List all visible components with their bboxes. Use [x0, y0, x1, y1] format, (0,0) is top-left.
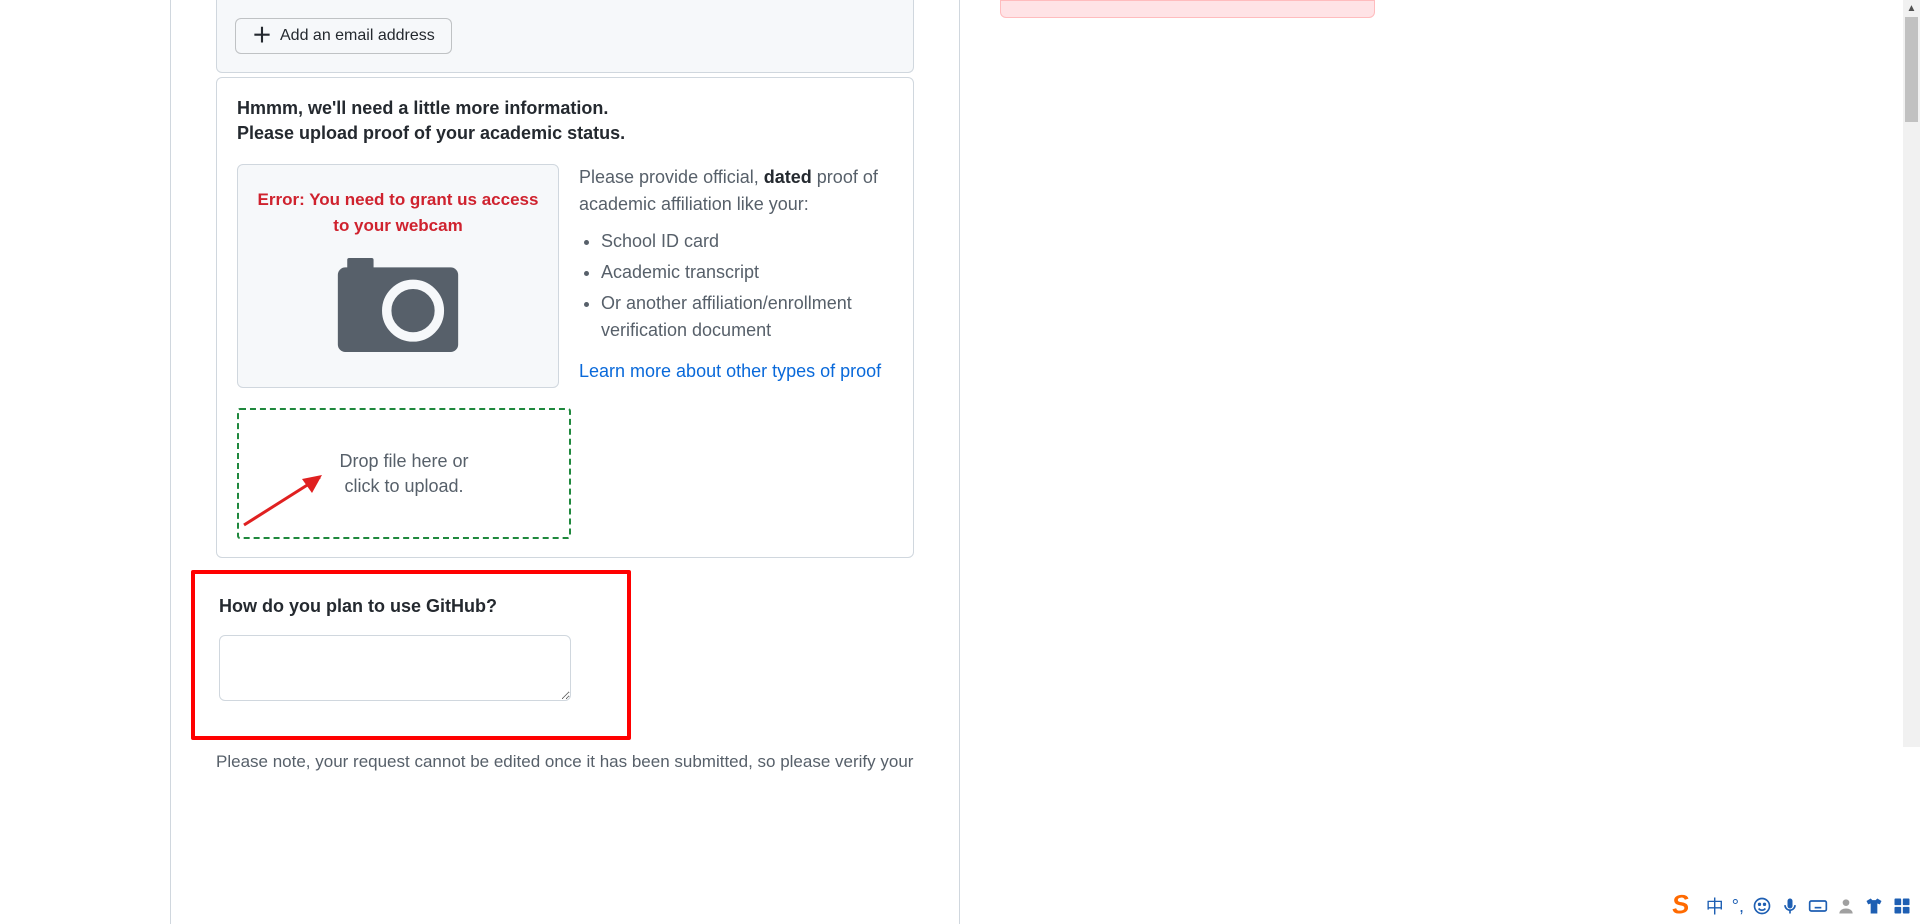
ime-emoji-icon[interactable]: [1752, 896, 1772, 916]
proof-info: Please provide official, dated proof of …: [579, 164, 893, 385]
form-main-column: ＋ Add an email address Hmmm, we'll need …: [170, 0, 960, 924]
proof-heading-line1: Hmmm, we'll need a little more informati…: [237, 96, 893, 121]
question-section-highlight: How do you plan to use GitHub?: [191, 570, 631, 740]
camera-icon: [254, 258, 542, 357]
ime-account-icon[interactable]: [1836, 896, 1856, 916]
proof-heading: Hmmm, we'll need a little more informati…: [237, 96, 893, 146]
question-label: How do you plan to use GitHub?: [219, 596, 603, 617]
ime-toolbox-icon[interactable]: [1892, 896, 1912, 916]
ime-skin-icon[interactable]: [1864, 896, 1884, 916]
add-email-label: Add an email address: [280, 27, 435, 45]
ime-punct-icon[interactable]: °,: [1732, 896, 1744, 917]
camera-error-text: Error: You need to grant us access to yo…: [254, 187, 542, 238]
add-email-button[interactable]: ＋ Add an email address: [235, 18, 452, 54]
submit-footnote: Please note, your request cannot be edit…: [216, 752, 914, 772]
proof-row: Error: You need to grant us access to yo…: [237, 164, 893, 388]
dropzone-line2: click to upload.: [344, 474, 463, 499]
proof-section: Hmmm, we'll need a little more informati…: [216, 77, 914, 558]
ime-keyboard-icon[interactable]: [1808, 896, 1828, 916]
upload-dropzone[interactable]: Drop file here or click to upload.: [237, 408, 571, 539]
proof-list-item: Academic transcript: [601, 259, 893, 286]
scrollbar-track[interactable]: ▲: [1903, 0, 1920, 747]
sogou-logo-icon[interactable]: S: [1667, 890, 1700, 923]
scrollbar-thumb[interactable]: [1905, 17, 1918, 122]
proof-info-text: Please provide official, dated proof of …: [579, 164, 893, 218]
proof-heading-line2: Please upload proof of your academic sta…: [237, 121, 893, 146]
ime-toolbar[interactable]: S 中 °,: [1664, 889, 1916, 923]
plan-textarea[interactable]: [219, 635, 571, 701]
annotation-arrow-icon: [242, 467, 332, 534]
email-section: ＋ Add an email address: [216, 0, 914, 73]
proof-info-list: School ID card Academic transcript Or an…: [601, 228, 893, 344]
learn-more-link[interactable]: Learn more about other types of proof: [579, 361, 881, 381]
ime-voice-icon[interactable]: [1780, 896, 1800, 916]
sidebar-alert-box: [1000, 0, 1375, 18]
proof-list-item: School ID card: [601, 228, 893, 255]
camera-box[interactable]: Error: You need to grant us access to yo…: [237, 164, 559, 388]
ime-lang-toggle[interactable]: 中: [1706, 893, 1724, 919]
scrollbar-up-button[interactable]: ▲: [1903, 0, 1920, 17]
proof-list-item: Or another affiliation/enrollment verifi…: [601, 290, 893, 344]
dropzone-line1: Drop file here or: [339, 449, 468, 474]
plus-icon: ＋: [252, 26, 272, 46]
